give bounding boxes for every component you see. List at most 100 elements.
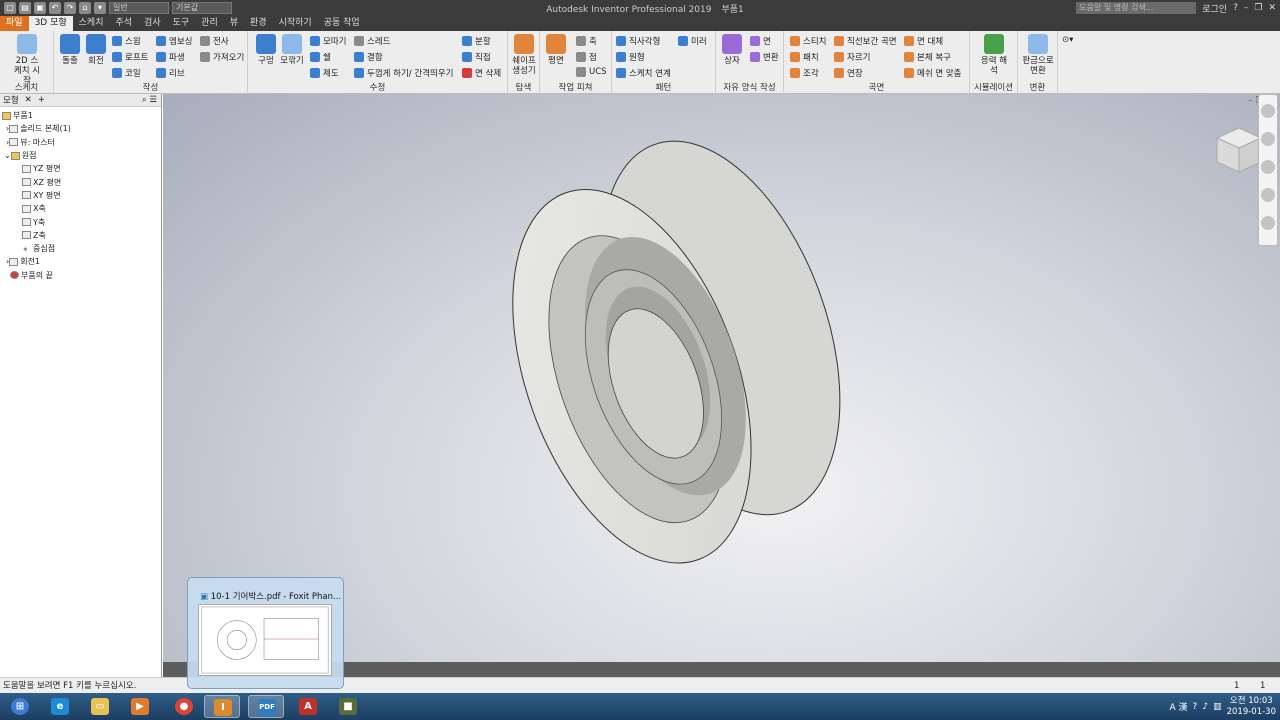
split-button[interactable]: 분할 — [462, 35, 491, 47]
direct-button[interactable]: 직접 — [462, 51, 491, 63]
sketch-driven-pattern-button[interactable]: 스케치 연계 — [616, 67, 671, 79]
tab-view[interactable]: 뷰 — [224, 16, 244, 31]
help-search-input[interactable]: 도움말 및 명령 검색... — [1076, 2, 1197, 14]
taskbar-chrome[interactable]: ● — [166, 695, 202, 718]
hole-button[interactable]: 구멍 — [252, 34, 280, 66]
point-button[interactable]: 점 — [576, 51, 597, 63]
taskbar-app[interactable]: ■ — [330, 695, 366, 718]
zoom-icon[interactable] — [1261, 160, 1275, 174]
taskbar-media[interactable]: ▶ — [122, 695, 158, 718]
tab-manage[interactable]: 관리 — [195, 16, 224, 31]
tab-get-started[interactable]: 시작하기 — [273, 16, 318, 31]
network-icon[interactable]: ▥ — [1213, 702, 1222, 712]
tab-environments[interactable]: 환경 — [244, 16, 273, 31]
repair-bodies-button[interactable]: 본체 복구 — [904, 51, 951, 63]
thread-button[interactable]: 스레드 — [354, 35, 390, 47]
convert-button[interactable]: 변환 — [750, 51, 779, 63]
tab-model[interactable]: 모형 — [3, 94, 19, 106]
extend-button[interactable]: 연장 — [834, 67, 863, 79]
chamfer-button[interactable]: 모따기 — [310, 35, 346, 47]
import-button[interactable]: 가져오기 — [200, 51, 244, 63]
close-icon[interactable]: ✕ — [25, 95, 32, 105]
tree-node-xy-plane[interactable]: XY 평면 — [0, 189, 161, 202]
close-button[interactable]: ✕ — [1268, 3, 1276, 13]
tab-3d-model[interactable]: 3D 모형 — [28, 16, 73, 31]
derive-button[interactable]: 파생 — [156, 51, 185, 63]
trim-button[interactable]: 자르기 — [834, 51, 870, 63]
ucs-button[interactable]: UCS — [576, 67, 607, 77]
coil-button[interactable]: 코일 — [112, 67, 141, 79]
tab-collaborate[interactable]: 공동 작업 — [318, 16, 366, 31]
orbit-icon[interactable] — [1261, 188, 1275, 202]
tree-node-part[interactable]: 부품1 — [0, 109, 161, 122]
combine-button[interactable]: 결합 — [354, 51, 383, 63]
tab-sketch[interactable]: 스케치 — [73, 16, 110, 31]
volume-icon[interactable]: ♪ — [1202, 702, 1208, 712]
axis-button[interactable]: 축 — [576, 35, 597, 47]
tab-file[interactable]: 파일 — [0, 16, 29, 31]
help-icon[interactable]: ? — [1193, 702, 1198, 712]
taskbar-foxit[interactable]: PDF — [248, 695, 284, 718]
ribbon-options-button[interactable]: ⊙▾ — [1062, 35, 1073, 45]
stitch-button[interactable]: 스티치 — [790, 35, 826, 47]
tab-tools[interactable]: 도구 — [167, 16, 196, 31]
taskbar-thumbnail-preview[interactable]: ▣ 10-1 기어박스.pdf - Foxit Phan... — [187, 577, 344, 689]
restore-button[interactable]: ❐ — [1254, 3, 1262, 13]
help-icon[interactable]: ? — [1233, 3, 1238, 13]
sculpt-button[interactable]: 조각 — [790, 67, 819, 79]
patch-button[interactable]: 패치 — [790, 51, 819, 63]
tree-node-end-of-part[interactable]: 부품의 끝 — [0, 269, 161, 282]
delete-face-button[interactable]: 면 삭제 — [462, 67, 501, 79]
clock[interactable]: 오전 10:03 2019-01-30 — [1227, 696, 1276, 718]
taskbar-ie[interactable]: e — [42, 695, 78, 718]
tree-node-y-axis[interactable]: Y축 — [0, 215, 161, 228]
rib-button[interactable]: 리브 — [156, 67, 185, 79]
box-button[interactable]: 상자 — [718, 34, 746, 66]
shell-button[interactable]: 쉘 — [310, 51, 331, 63]
shape-generator-button[interactable]: 쉐이프 생성기 — [510, 34, 538, 76]
emboss-button[interactable]: 엠보싱 — [156, 35, 192, 47]
plane-button[interactable]: 평면 — [542, 34, 570, 66]
search-icon[interactable]: ⌕ ☰ — [142, 95, 157, 105]
convert-to-sheet-metal-button[interactable]: 판금으로 변환 — [1022, 34, 1054, 76]
taskbar-inventor[interactable]: I — [204, 695, 240, 718]
stress-analysis-button[interactable]: 응력 해석 — [980, 34, 1008, 76]
ime-icon[interactable]: A 漢 — [1170, 700, 1188, 713]
tree-node-yz-plane[interactable]: YZ 평면 — [0, 162, 161, 175]
draft-button[interactable]: 제도 — [310, 67, 339, 79]
thicken-button[interactable]: 두껍게 하기/ 간격띄우기 — [354, 67, 453, 79]
loft-button[interactable]: 로프트 — [112, 51, 148, 63]
start-button[interactable]: ⊞ — [2, 695, 38, 718]
ruled-surface-button[interactable]: 직선보간 곡면 — [834, 35, 897, 47]
rectangular-pattern-button[interactable]: 직사각형 — [616, 35, 660, 47]
minimize-button[interactable]: – — [1244, 3, 1249, 13]
tree-node-view[interactable]: › 뷰: 마스터 — [0, 136, 161, 149]
face-button[interactable]: 면 — [750, 35, 771, 47]
mirror-button[interactable]: 미러 — [678, 35, 707, 47]
pan-icon[interactable] — [1261, 132, 1275, 146]
circular-pattern-button[interactable]: 원형 — [616, 51, 645, 63]
taskbar-acrobat[interactable]: A — [290, 695, 326, 718]
taskbar-explorer[interactable]: ▭ — [82, 695, 118, 718]
start-2d-sketch-button[interactable]: 2D 스케치 시작 — [12, 34, 42, 86]
tree-node-revolution1[interactable]: › 회전1 — [0, 255, 161, 268]
tree-node-x-axis[interactable]: X축 — [0, 202, 161, 215]
decal-button[interactable]: 전사 — [200, 35, 229, 47]
tree-node-center-point[interactable]: ✦ 중심점 — [0, 242, 161, 255]
revolve-button[interactable]: 회전 — [82, 34, 110, 66]
tree-node-z-axis[interactable]: Z축 — [0, 229, 161, 242]
look-at-icon[interactable] — [1261, 216, 1275, 230]
replace-face-button[interactable]: 면 대체 — [904, 35, 943, 47]
fit-mesh-face-button[interactable]: 메쉬 면 맞춤 — [904, 67, 962, 79]
steering-wheel-icon[interactable] — [1261, 104, 1275, 118]
tree-node-solid-bodies[interactable]: › 솔리드 본체(1) — [0, 122, 161, 135]
tab-annotate[interactable]: 주석 — [109, 16, 138, 31]
extrude-button[interactable]: 돌출 — [56, 34, 84, 66]
login-link[interactable]: 로그인 — [1202, 2, 1227, 15]
fillet-button[interactable]: 모깎기 — [278, 34, 306, 66]
tree-node-xz-plane[interactable]: XZ 평면 — [0, 175, 161, 188]
sweep-button[interactable]: 스윕 — [112, 35, 141, 47]
tab-inspect[interactable]: 검사 — [138, 16, 167, 31]
add-tab-icon[interactable]: + — [38, 95, 45, 105]
tree-node-origin[interactable]: ⌄ 원점 — [0, 149, 161, 162]
